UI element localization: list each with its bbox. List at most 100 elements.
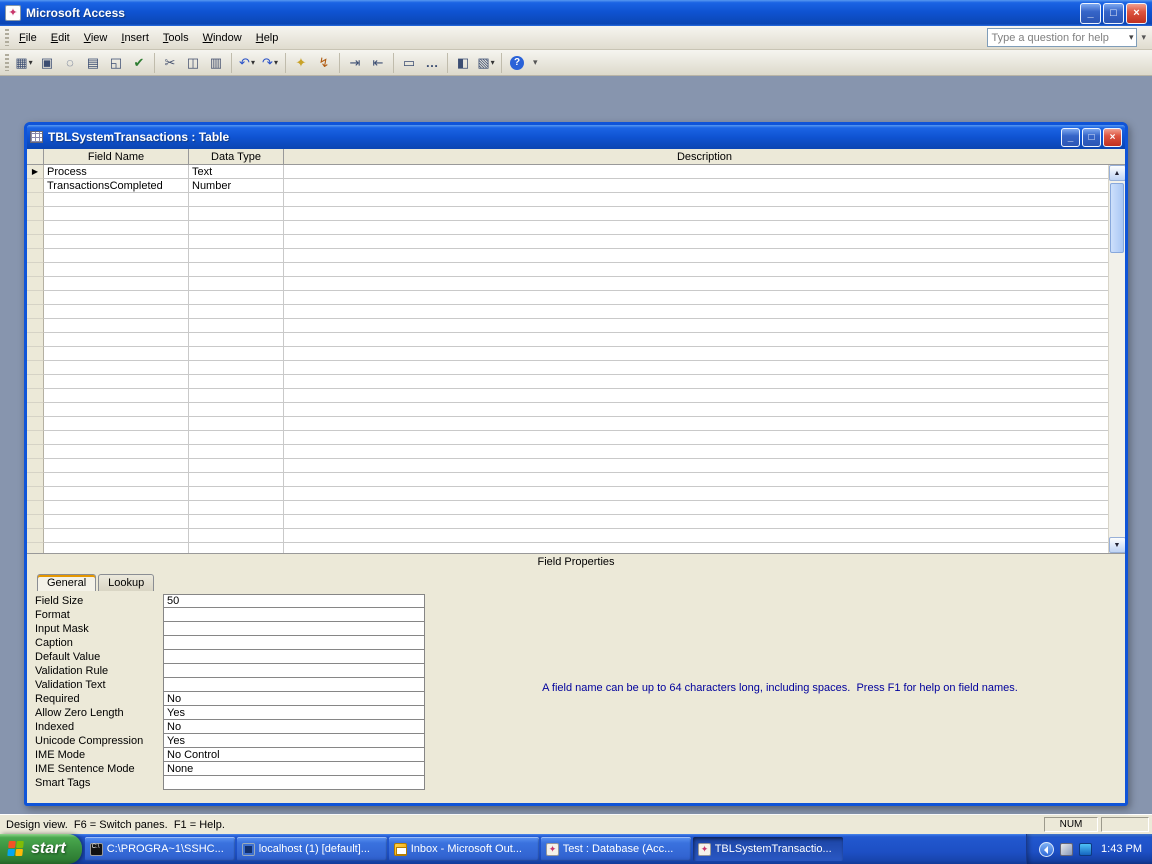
menu-view[interactable]: View [77,28,115,48]
toolbar-drag-handle-icon[interactable] [5,54,9,71]
scroll-down-icon[interactable]: ▼ [1109,537,1126,553]
indexes-button[interactable]: ↯ [313,52,335,74]
data-type-cell[interactable] [189,193,284,207]
row-selector[interactable] [27,249,44,263]
field-name-cell[interactable] [44,543,189,553]
row-selector[interactable] [27,375,44,389]
description-cell[interactable] [284,305,1108,319]
row-selector[interactable] [27,431,44,445]
field-name-cell[interactable] [44,459,189,473]
description-cell[interactable] [284,207,1108,221]
field-name-cell[interactable] [44,403,189,417]
data-type-cell[interactable] [189,375,284,389]
dropdown-arrow-icon[interactable]: ▾ [491,58,495,67]
field-name-cell[interactable] [44,375,189,389]
document-title-bar[interactable]: TBLSystemTransactions : Table _ □ × [27,125,1125,149]
dropdown-arrow-icon[interactable]: ▾ [29,58,33,67]
description-cell[interactable] [284,515,1108,529]
data-type-cell[interactable] [189,361,284,375]
tray-icon-display[interactable] [1060,843,1073,856]
data-type-cell[interactable] [189,459,284,473]
data-type-cell[interactable]: Number [189,179,284,193]
menu-file[interactable]: File [12,28,44,48]
description-cell[interactable] [284,235,1108,249]
field-name-cell[interactable] [44,291,189,305]
row-selector[interactable] [27,305,44,319]
property-value-input[interactable]: Yes [163,705,425,720]
field-name-cell[interactable] [44,431,189,445]
data-type-cell[interactable] [189,529,284,543]
description-cell[interactable] [284,431,1108,445]
description-cell[interactable] [284,333,1108,347]
delete-rows-button[interactable]: ⇤ [367,52,389,74]
row-selector[interactable] [27,403,44,417]
data-type-cell[interactable] [189,263,284,277]
tab-lookup[interactable]: Lookup [98,574,154,591]
row-selector[interactable] [27,389,44,403]
row-selector[interactable] [27,319,44,333]
print-preview-button[interactable]: ◱ [105,52,127,74]
description-cell[interactable] [284,319,1108,333]
hide-inactive-icons-chevron-icon[interactable] [1039,842,1054,857]
data-type-cell[interactable] [189,249,284,263]
field-name-cell[interactable] [44,515,189,529]
start-button[interactable]: start [0,834,82,864]
row-selector[interactable] [27,277,44,291]
print-button[interactable]: ▤ [82,52,104,74]
restore-button[interactable]: □ [1103,3,1124,24]
field-name-cell[interactable] [44,445,189,459]
field-name-cell[interactable] [44,333,189,347]
data-type-cell[interactable] [189,235,284,249]
row-selector[interactable] [27,487,44,501]
field-name-cell[interactable]: TransactionsCompleted [44,179,189,193]
row-selector[interactable] [27,207,44,221]
data-type-cell[interactable] [189,305,284,319]
save-button[interactable]: ▣ [36,52,58,74]
insert-rows-button[interactable]: ⇥ [344,52,366,74]
row-selector[interactable] [27,235,44,249]
data-type-cell[interactable] [189,501,284,515]
clock[interactable]: 1:43 PM [1101,843,1142,855]
property-value-input[interactable] [163,677,425,692]
field-name-cell[interactable] [44,263,189,277]
property-value-input[interactable] [163,607,425,622]
description-cell[interactable] [284,375,1108,389]
description-cell[interactable] [284,487,1108,501]
row-selector[interactable] [27,333,44,347]
data-type-cell[interactable] [189,403,284,417]
property-value-input[interactable] [163,649,425,664]
row-selector[interactable] [27,263,44,277]
description-cell[interactable] [284,417,1108,431]
description-cell[interactable] [284,347,1108,361]
row-selector[interactable] [27,347,44,361]
data-type-cell[interactable] [189,417,284,431]
field-name-cell[interactable] [44,347,189,361]
description-cell[interactable] [284,221,1108,235]
data-type-cell[interactable] [189,291,284,305]
properties-button[interactable]: ▭ [398,52,420,74]
property-value-input[interactable]: Yes [163,733,425,748]
menu-window[interactable]: Window [196,28,249,48]
field-name-cell[interactable] [44,501,189,515]
spelling-button[interactable]: ✔ [128,52,150,74]
minimize-button[interactable]: _ [1080,3,1101,24]
row-selector[interactable] [27,193,44,207]
data-type-cell[interactable] [189,487,284,501]
field-name-cell[interactable] [44,319,189,333]
tab-general[interactable]: General [37,574,96,591]
question-dropdown-icon[interactable]: ▾ [1129,32,1134,43]
question-for-help-input[interactable]: Type a question for help ▾ [987,28,1137,47]
database-window-button[interactable]: ◧ [452,52,474,74]
field-name-cell[interactable] [44,221,189,235]
column-header-data-type[interactable]: Data Type [189,149,284,165]
field-name-cell[interactable] [44,473,189,487]
row-selector[interactable] [27,361,44,375]
data-type-cell[interactable] [189,207,284,221]
row-selector[interactable] [27,543,44,553]
row-selector[interactable] [27,445,44,459]
field-name-cell[interactable] [44,277,189,291]
data-type-cell[interactable] [189,347,284,361]
file-search-button[interactable]: ◌ [59,52,81,74]
description-cell[interactable] [284,473,1108,487]
taskbar-button[interactable]: localhost (1) [default]... [237,837,387,861]
